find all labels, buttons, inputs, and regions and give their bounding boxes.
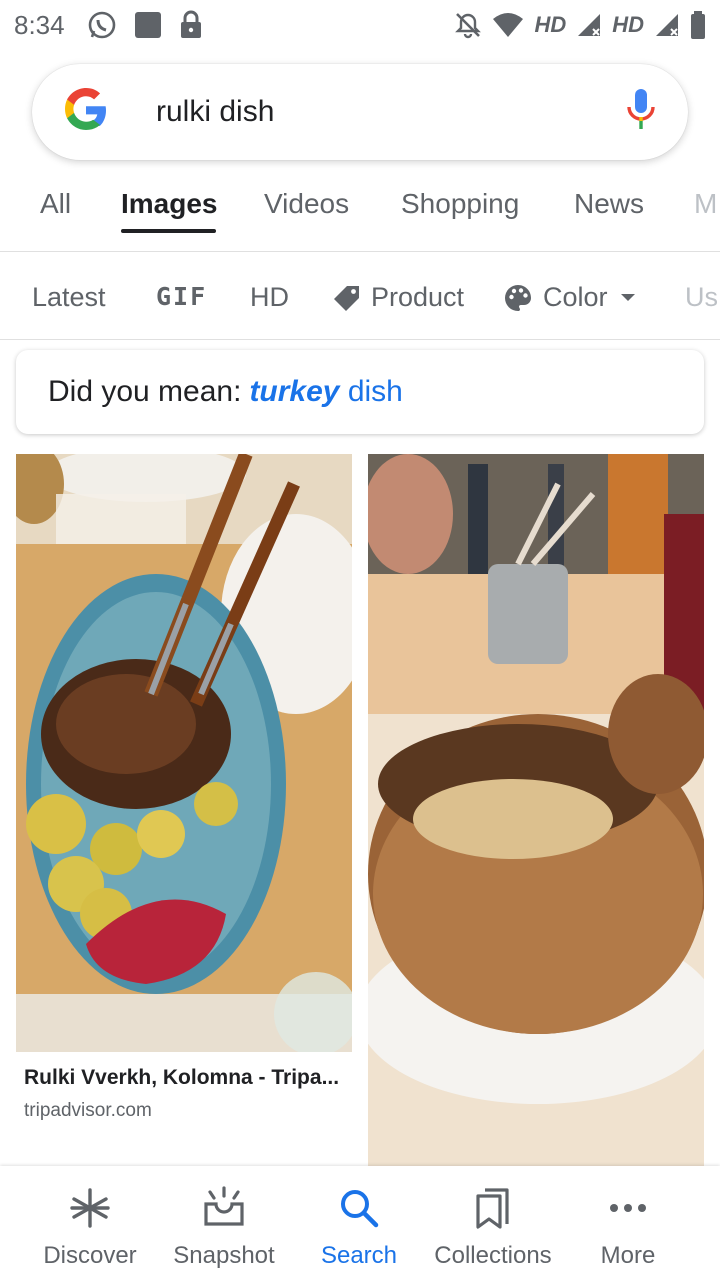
nav-search[interactable]: Search [292, 1184, 426, 1270]
chip-gif-label: GIF [156, 282, 208, 311]
did-you-mean-card: Did you mean: turkey dish [16, 350, 704, 434]
nav-collections-label: Collections [434, 1242, 552, 1269]
signal-icon-1 [576, 12, 602, 38]
notifications-off-icon [454, 11, 482, 39]
hd-label-1: HD [534, 12, 567, 37]
wifi-icon [492, 12, 524, 38]
chip-latest-label: Latest [32, 282, 106, 312]
tag-icon [333, 284, 361, 312]
search-bar[interactable]: rulki dish [32, 64, 688, 160]
nav-discover-label: Discover [43, 1242, 137, 1269]
google-logo-icon [62, 86, 110, 139]
chip-product[interactable]: Product [333, 282, 464, 313]
tab-news[interactable]: News [574, 188, 644, 220]
status-notification-icons [87, 10, 203, 40]
tab-images[interactable]: Images [121, 188, 218, 220]
result-caption-1: Rulki Vverkh, Kolomna - Tripa... tripadv… [24, 1066, 339, 1122]
chip-color[interactable]: Color [503, 282, 636, 313]
bookmarks-icon [426, 1184, 560, 1232]
hd-label-2: HD [612, 12, 644, 37]
nav-snapshot[interactable]: Snapshot [157, 1184, 291, 1270]
whatsapp-icon [87, 10, 117, 40]
chip-gif[interactable]: GIF [156, 282, 207, 311]
chip-usage-partial[interactable]: Us [685, 282, 718, 313]
nav-snapshot-label: Snapshot [173, 1242, 275, 1269]
filter-chips: Latest GIF HD Product Color Us [0, 254, 720, 340]
status-bar: 8:34 HD HD [0, 0, 720, 50]
bottom-navigation: Discover Snapshot Search Collections Mor… [0, 1166, 720, 1280]
tab-shopping[interactable]: Shopping [401, 188, 519, 220]
more-dots-icon [561, 1184, 695, 1232]
mic-icon[interactable] [624, 87, 658, 138]
signal-icon-2 [654, 12, 680, 38]
search-icon [292, 1184, 426, 1232]
did-you-mean-suggestion-link[interactable]: turkey dish [249, 375, 402, 409]
nav-search-label: Search [320, 1242, 398, 1269]
palette-icon [503, 283, 533, 313]
search-tabs: All Images Videos Shopping News M [0, 176, 720, 252]
nav-collections[interactable]: Collections [426, 1184, 560, 1270]
tab-all[interactable]: All [40, 188, 71, 220]
nav-more[interactable]: More [561, 1184, 695, 1270]
search-input[interactable]: rulki dish [156, 95, 624, 129]
lock-icon [179, 10, 203, 40]
tab-videos[interactable]: Videos [264, 188, 349, 220]
status-time: 8:34 [14, 9, 65, 40]
image-result-2[interactable] [368, 454, 704, 1166]
chip-color-label: Color [543, 282, 608, 312]
active-tab-indicator [121, 229, 216, 233]
chip-product-label: Product [371, 282, 465, 312]
did-you-mean-prefix: Did you mean: [48, 375, 242, 408]
app-notification-icon [133, 10, 163, 40]
tab-more-partial[interactable]: M [694, 188, 717, 220]
battery-icon [690, 11, 706, 39]
snapshot-icon [157, 1184, 291, 1232]
chip-hd-label: HD [250, 282, 289, 312]
result-image-1[interactable] [16, 454, 352, 1052]
result-image-2[interactable] [368, 454, 704, 1166]
suggestion-bold: turkey [249, 375, 340, 408]
result-title[interactable]: Rulki Vverkh, Kolomna - Tripa... [24, 1066, 339, 1090]
dropdown-arrow-icon [620, 293, 636, 303]
chip-hd[interactable]: HD [250, 282, 289, 313]
image-result-1[interactable]: Rulki Vverkh, Kolomna - Tripa... tripadv… [16, 454, 352, 1166]
nav-discover[interactable]: Discover [23, 1184, 157, 1270]
suggestion-rest: dish [347, 375, 403, 408]
status-system-icons: HD HD [454, 11, 706, 39]
chip-latest[interactable]: Latest [32, 282, 106, 313]
nav-more-label: More [600, 1242, 656, 1269]
result-source[interactable]: tripadvisor.com [24, 1100, 339, 1122]
asterisk-icon [23, 1184, 157, 1232]
chip-usage-label: Us [685, 282, 718, 312]
